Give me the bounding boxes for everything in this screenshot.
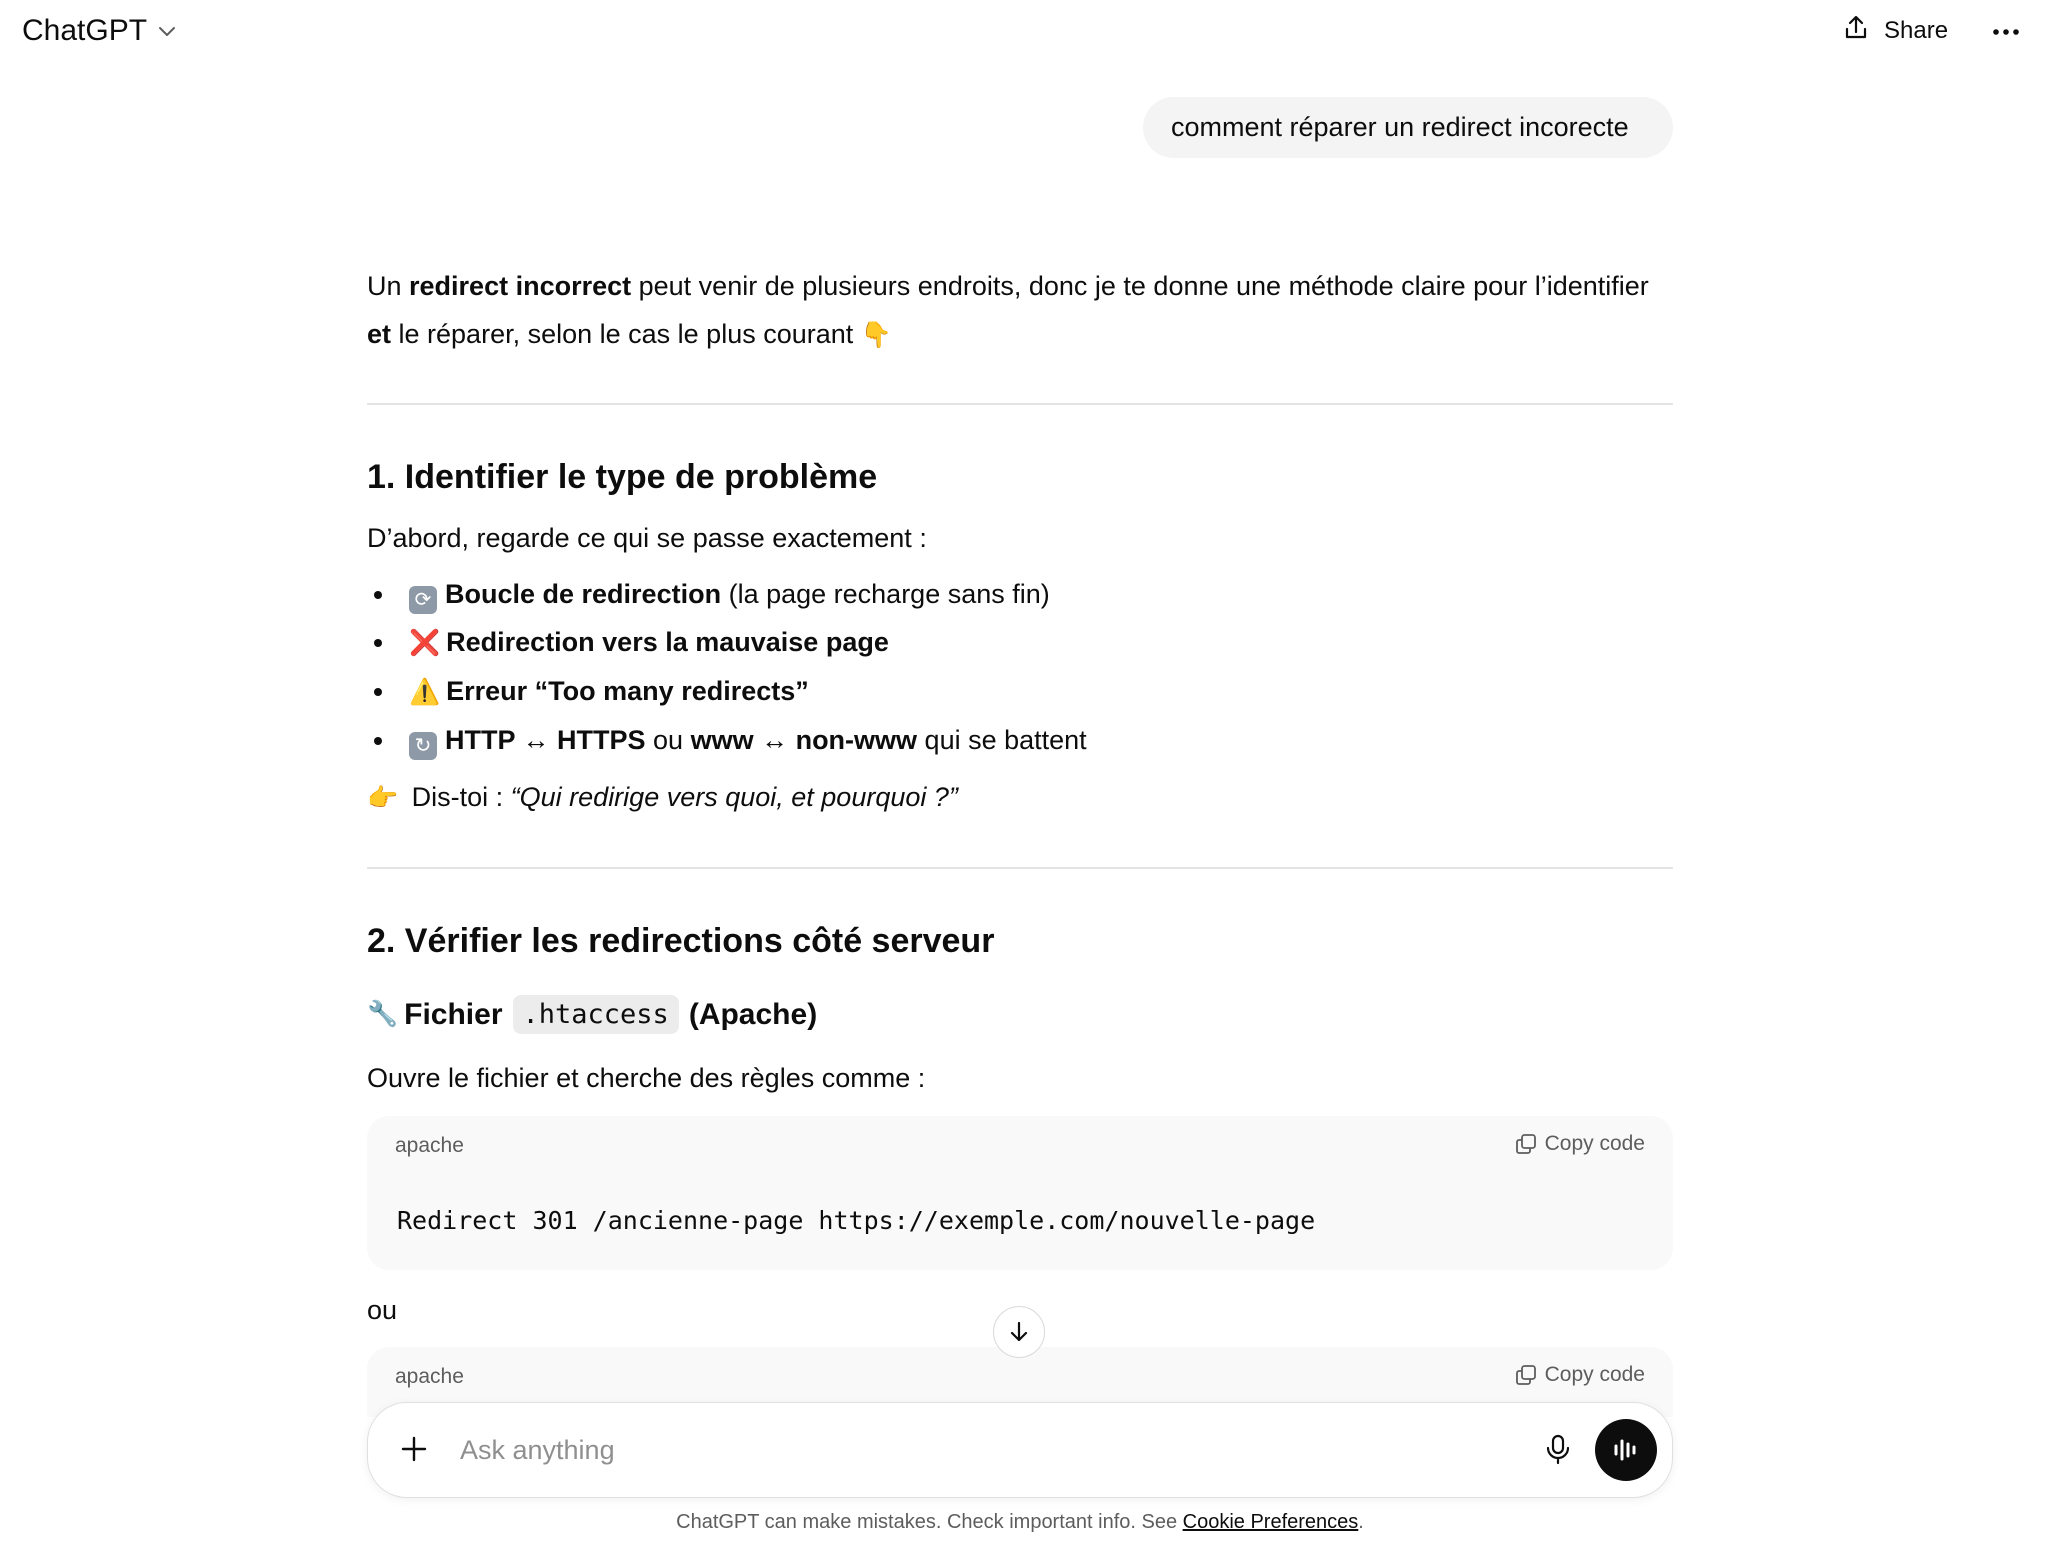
refresh-emoji: ↻ <box>409 732 437 760</box>
warning-emoji: ⚠️ <box>409 678 441 706</box>
voice-mode-button[interactable] <box>1595 1419 1657 1481</box>
section-1-lead: D’abord, regarde ce qui se passe exactem… <box>367 523 927 553</box>
voice-mode-icon <box>1614 1439 1636 1461</box>
dictate-button[interactable] <box>1540 1431 1576 1467</box>
code-text: Redirect 301 /ancienne-page https://exem… <box>397 1206 1316 1235</box>
copy-code-button[interactable]: Copy code <box>1515 1363 1645 1387</box>
code-block: apache Copy code Redirect 301 /ancienne-… <box>367 1116 1673 1270</box>
scroll-to-bottom-button[interactable] <box>993 1306 1045 1358</box>
section-1-heading: 1. Identifier le type de problème <box>367 458 878 496</box>
more-horizontal-icon <box>1993 29 2019 35</box>
pointing-right-emoji: 👉 <box>367 784 399 812</box>
composer <box>367 1402 1673 1498</box>
model-selector[interactable]: ChatGPT <box>22 14 177 48</box>
inline-code: .htaccess <box>512 995 679 1034</box>
user-message: comment réparer un redirect incorecte <box>1143 97 1673 158</box>
intro-paragraph: Un redirect incorrect peut venir de plus… <box>367 262 1673 359</box>
section-2-heading: 2. Vérifier les redirections côté serveu… <box>367 922 995 960</box>
repeat-emoji: ⟳ <box>409 586 437 614</box>
pointing-down-emoji: 👇 <box>860 321 892 349</box>
chevron-down-icon <box>157 24 177 38</box>
cross-mark-emoji: ❌ <box>409 629 441 657</box>
arrow-down-icon <box>1010 1321 1028 1342</box>
list-item: ❌Redirection vers la mauvaise page <box>397 618 1597 667</box>
disclaimer-footer: ChatGPT can make mistakes. Check importa… <box>676 1511 1364 1533</box>
divider <box>367 403 1673 405</box>
add-attachment-button[interactable] <box>396 1431 432 1467</box>
share-button[interactable]: Share <box>1842 14 1948 47</box>
top-bar: ChatGPT Share <box>0 0 2048 66</box>
code-language-label: apache <box>395 1365 464 1388</box>
assistant-intro: Un redirect incorrect peut venir de plus… <box>367 262 1673 359</box>
wrench-emoji: 🔧 <box>367 1000 399 1028</box>
list-item: ↻HTTP ↔ HTTPS ou www ↔ non-www qui se ba… <box>397 716 1597 764</box>
prompt-input[interactable] <box>458 1429 1362 1471</box>
code-language-label: apache <box>395 1134 464 1157</box>
microphone-icon <box>1546 1434 1570 1465</box>
copy-code-button[interactable]: Copy code <box>1515 1132 1645 1156</box>
list-item: ⟳Boucle de redirection (la page recharge… <box>397 570 1597 618</box>
problem-type-list: ⟳Boucle de redirection (la page recharge… <box>367 570 1597 764</box>
copy-icon <box>1515 1365 1536 1385</box>
share-label: Share <box>1884 16 1949 44</box>
section-1-tip: 👉 Dis-toi : “Qui redirige vers quoi, et … <box>367 782 958 812</box>
divider <box>367 867 1673 869</box>
more-options-button[interactable] <box>1988 16 2024 48</box>
list-item: ⚠️Erreur “Too many redirects” <box>397 667 1597 716</box>
section-2-lead: Ouvre le fichier et cherche des règles c… <box>367 1063 926 1093</box>
htaccess-subheading: 🔧 Fichier .htaccess (Apache) <box>367 995 817 1034</box>
plus-icon <box>401 1436 427 1462</box>
cookie-preferences-link[interactable]: Cookie Preferences <box>1183 1511 1359 1533</box>
app-name: ChatGPT <box>22 14 148 47</box>
share-upload-icon <box>1842 14 1870 47</box>
copy-icon <box>1515 1134 1536 1154</box>
or-text: ou <box>367 1295 398 1325</box>
